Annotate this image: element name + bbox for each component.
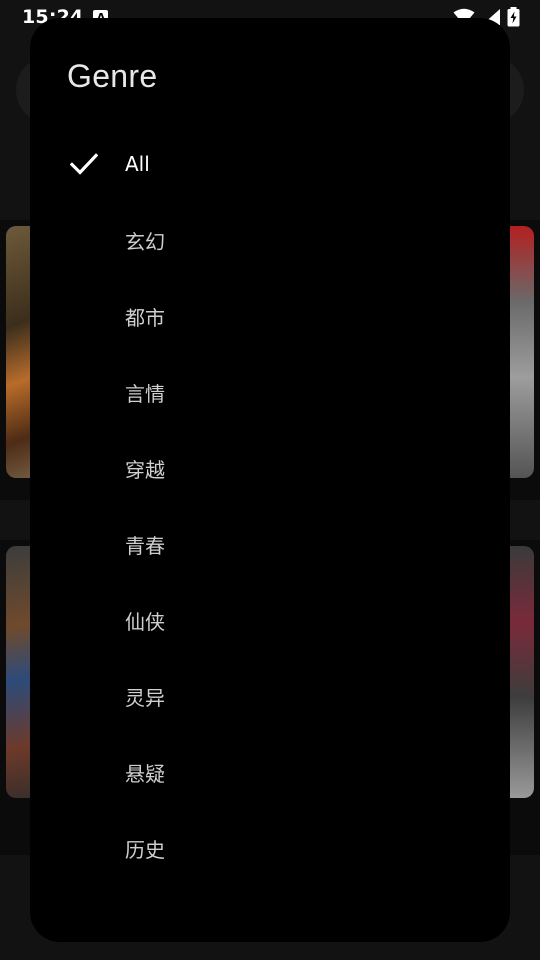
genre-option-label: 都市 bbox=[125, 305, 165, 330]
genre-option-label: 言情 bbox=[125, 381, 165, 406]
genre-option-lishi[interactable]: 历史 bbox=[30, 810, 510, 886]
genre-option-label: All bbox=[125, 152, 150, 176]
genre-option-xuanhuan[interactable]: 玄幻 bbox=[30, 202, 510, 278]
genre-option-label: 青春 bbox=[125, 533, 165, 558]
check-icon bbox=[70, 153, 98, 175]
genre-option-label: 穿越 bbox=[125, 457, 165, 482]
genre-option-dushi[interactable]: 都市 bbox=[30, 278, 510, 354]
genre-option-label: 玄幻 bbox=[125, 229, 165, 254]
genre-dialog: Genre All 玄幻 都市 言情 穿越 青春 仙侠 灵异 悬疑 历史 bbox=[30, 18, 510, 942]
genre-option-lingyi[interactable]: 灵异 bbox=[30, 658, 510, 734]
genre-option-list: All 玄幻 都市 言情 穿越 青春 仙侠 灵异 悬疑 历史 bbox=[30, 126, 510, 886]
genre-option-all[interactable]: All bbox=[30, 126, 510, 202]
genre-option-yanqing[interactable]: 言情 bbox=[30, 354, 510, 430]
battery-charging-icon bbox=[507, 7, 520, 27]
genre-dialog-title: Genre bbox=[67, 58, 158, 94]
genre-option-qingchun[interactable]: 青春 bbox=[30, 506, 510, 582]
genre-option-chuanyue[interactable]: 穿越 bbox=[30, 430, 510, 506]
genre-option-label: 仙侠 bbox=[125, 609, 165, 634]
genre-option-label: 历史 bbox=[125, 837, 165, 862]
genre-option-xianxia[interactable]: 仙侠 bbox=[30, 582, 510, 658]
genre-option-label: 悬疑 bbox=[125, 761, 165, 786]
genre-option-xuanyi[interactable]: 悬疑 bbox=[30, 734, 510, 810]
genre-option-label: 灵异 bbox=[125, 685, 165, 710]
